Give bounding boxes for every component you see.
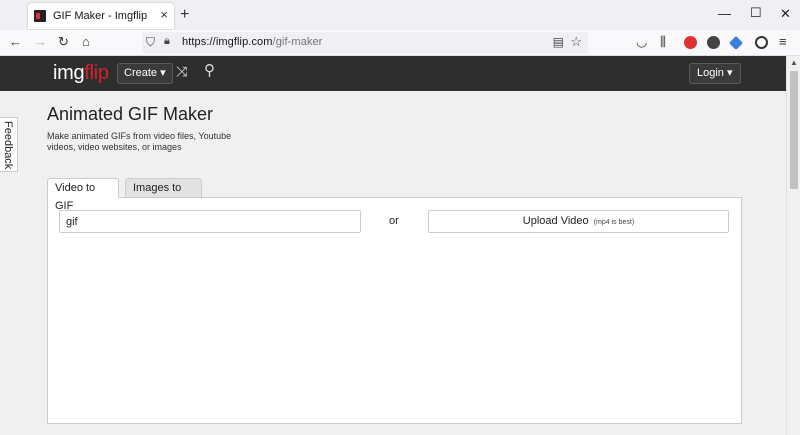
create-menu-button[interactable]: Create ▾ xyxy=(117,63,173,84)
pocket-icon[interactable]: ◡ xyxy=(636,34,647,50)
browser-tab-strip: GIF Maker - Imgflip × + — ☐ ✕ xyxy=(0,0,800,30)
bookmark-star-icon[interactable]: ☆ xyxy=(570,34,582,50)
upload-video-button[interactable]: Upload Video (mp4 is best) xyxy=(428,210,729,233)
url-bar[interactable]: ⛉ 🔒︎ https://imgflip.com/gif-maker ▤ ☆ xyxy=(142,32,588,54)
extension-blue-icon[interactable] xyxy=(728,35,744,51)
url-text[interactable]: https://imgflip.com/gif-maker xyxy=(182,36,322,48)
home-icon[interactable]: ⌂ xyxy=(82,34,90,49)
close-window-icon[interactable]: ✕ xyxy=(780,6,791,22)
scrollbar-thumb[interactable] xyxy=(790,71,798,189)
video-url-input[interactable] xyxy=(59,210,361,233)
imgflip-favicon-icon xyxy=(34,10,46,22)
page-scrollbar[interactable]: ▲ xyxy=(786,56,800,435)
upload-video-label: Upload Video xyxy=(522,215,589,227)
upload-hint: (mp4 is best) xyxy=(593,219,635,226)
page-description: Make animated GIFs from video files, You… xyxy=(47,131,232,152)
or-label: or xyxy=(389,215,399,227)
forward-icon[interactable]: → xyxy=(34,34,47,49)
login-button[interactable]: Login ▾ xyxy=(689,63,741,84)
tab-images-to-gif[interactable]: Images to GIF xyxy=(125,178,202,212)
library-icon[interactable]: ⫼ xyxy=(660,34,666,50)
close-tab-icon[interactable]: × xyxy=(160,7,168,22)
browser-tab[interactable]: GIF Maker - Imgflip × xyxy=(28,3,174,29)
feedback-label: Feedback xyxy=(2,121,14,170)
browser-nav-bar: ← → ↻ ⌂ ⛉ 🔒︎ https://imgflip.com/gif-mak… xyxy=(0,30,800,56)
extension-circle-icon[interactable] xyxy=(755,36,768,49)
new-tab-icon[interactable]: + xyxy=(180,6,189,24)
extension-dark-icon[interactable] xyxy=(707,36,720,49)
shuffle-icon[interactable]: ⤨ xyxy=(176,63,187,80)
reader-mode-icon[interactable]: ▤ xyxy=(553,35,564,49)
reload-icon[interactable]: ↻ xyxy=(58,34,69,50)
menu-icon[interactable]: ≡ xyxy=(779,34,787,49)
site-header: imgflip Create ▾ ⤨ ⚲ Login ▾ xyxy=(0,56,786,91)
scroll-up-arrow-icon[interactable]: ▲ xyxy=(790,58,798,67)
browser-tab-title: GIF Maker - Imgflip xyxy=(53,10,148,22)
maximize-window-icon[interactable]: ☐ xyxy=(750,5,762,21)
search-icon[interactable]: ⚲ xyxy=(204,61,215,79)
page-title: Animated GIF Maker xyxy=(47,104,214,124)
tab-video-to-gif[interactable]: Video to GIF xyxy=(47,178,119,212)
imgflip-logo[interactable]: imgflip xyxy=(53,62,109,85)
back-icon[interactable]: ← xyxy=(9,34,22,49)
shield-icon[interactable]: ⛉ xyxy=(146,35,155,50)
feedback-tab[interactable]: Feedback xyxy=(0,117,18,172)
lock-icon[interactable]: 🔒︎ xyxy=(164,35,170,48)
minimize-window-icon[interactable]: — xyxy=(718,6,731,21)
extension-red-icon[interactable] xyxy=(684,36,697,49)
